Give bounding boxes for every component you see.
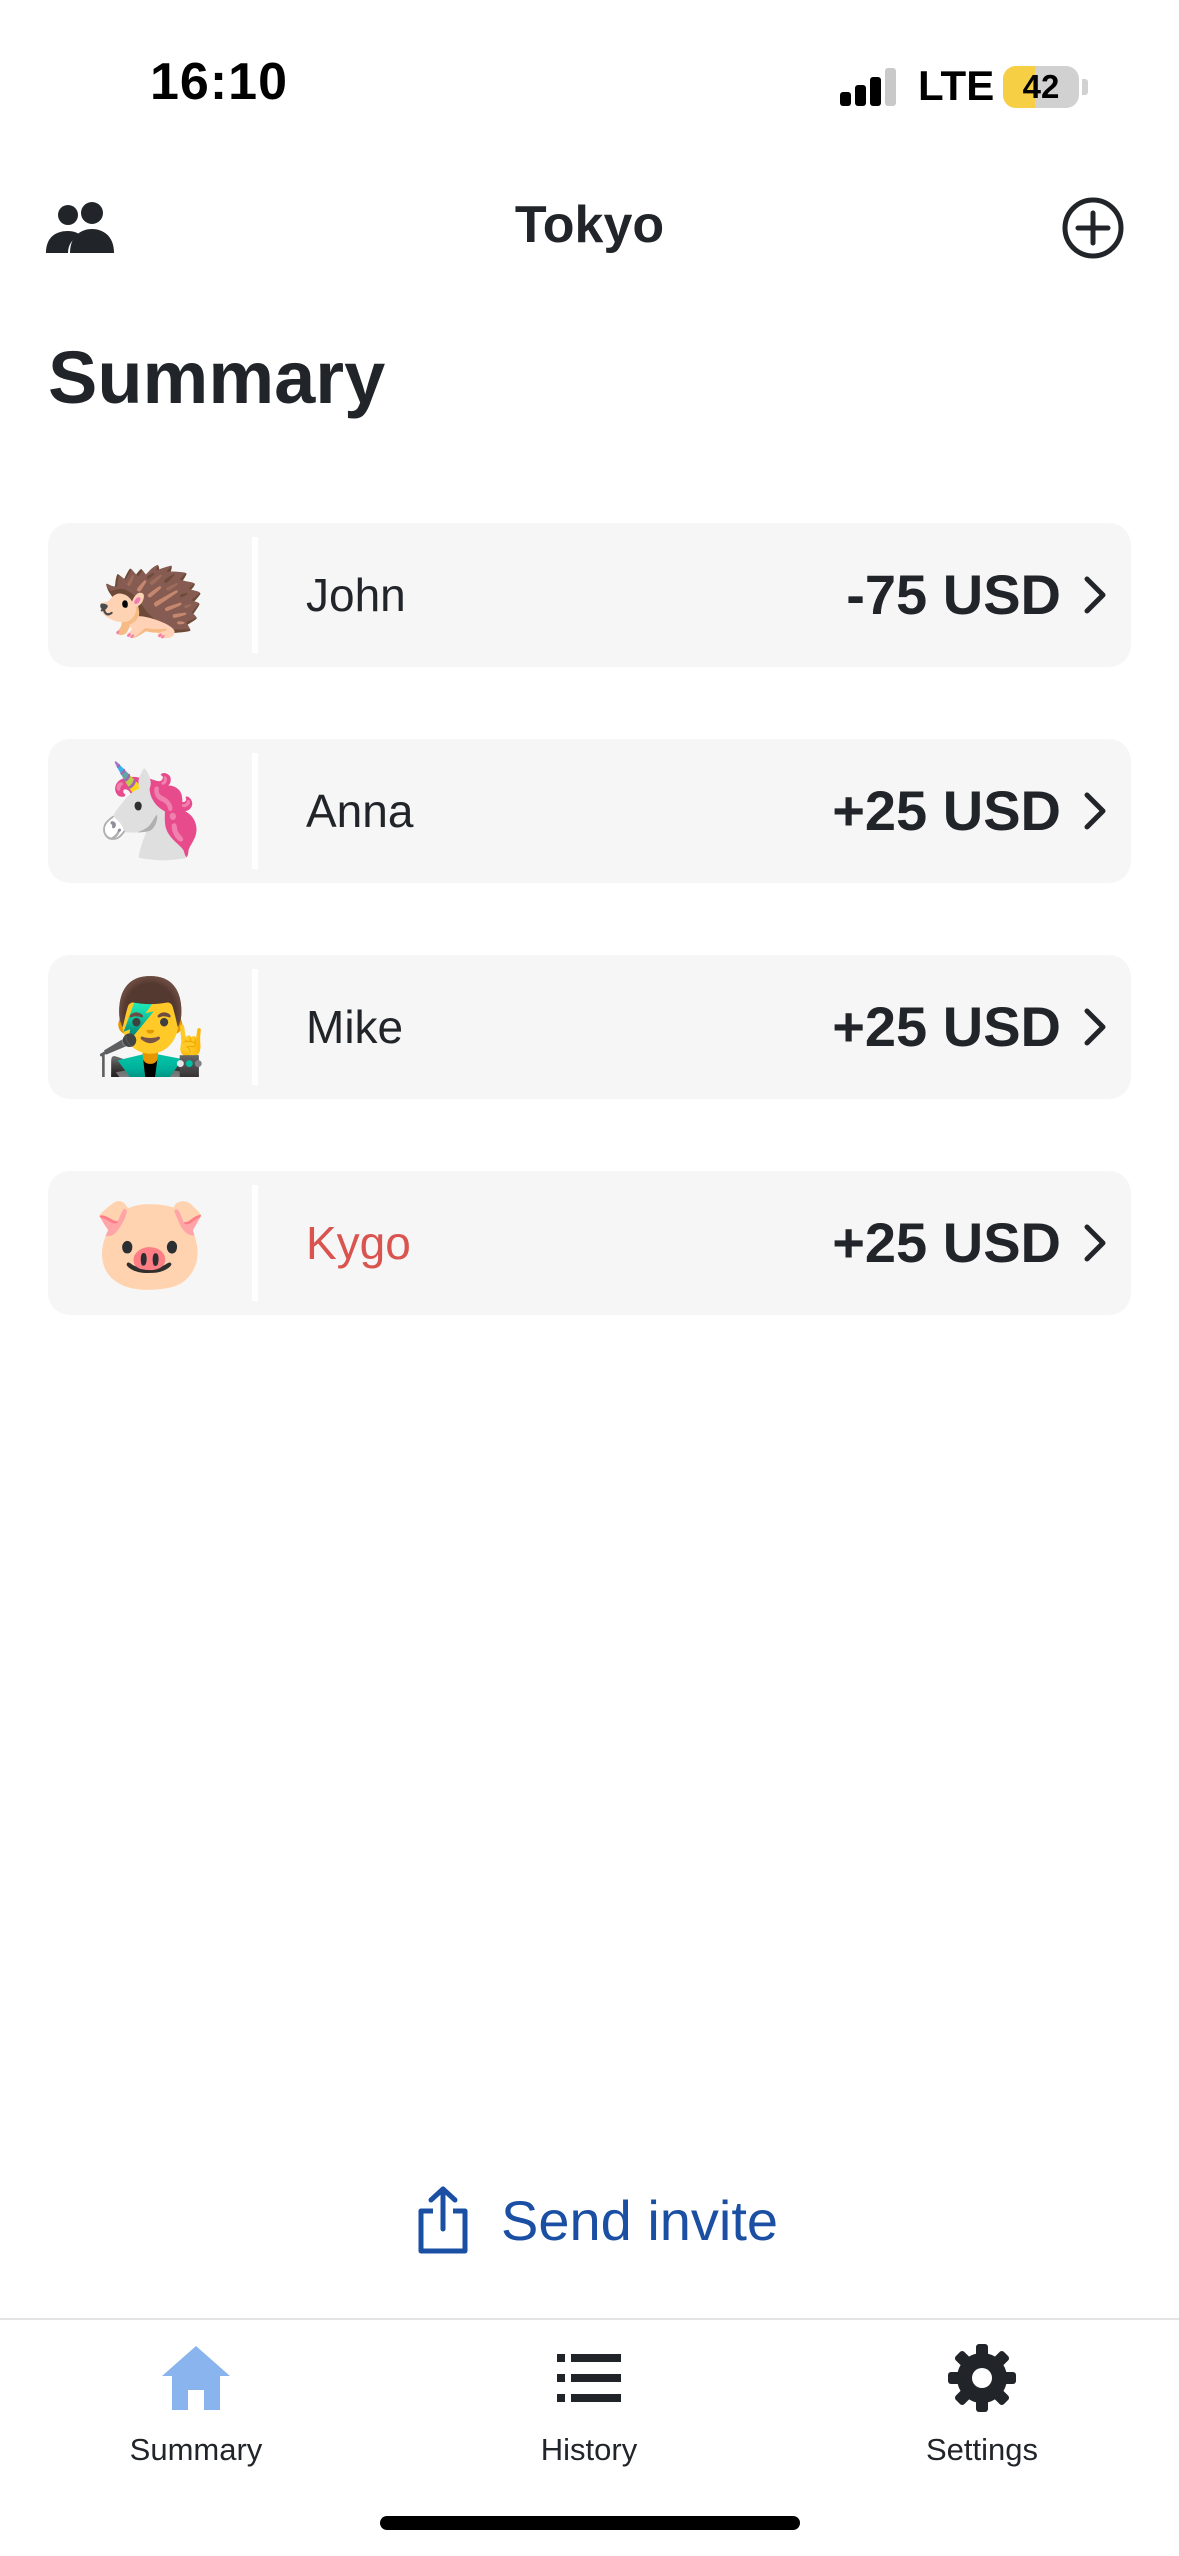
cellular-signal-icon bbox=[840, 68, 898, 106]
nav-title: Tokyo bbox=[514, 196, 665, 254]
chevron-right-icon bbox=[1084, 1224, 1106, 1262]
status-bar: 16:10 LTE 42 bbox=[0, 0, 1179, 175]
member-name: John bbox=[306, 569, 406, 621]
tab-summary-label: Summary bbox=[129, 2432, 263, 2467]
share-icon bbox=[418, 2186, 468, 2254]
member-balance: +25 USD bbox=[832, 995, 1061, 1058]
battery-tip bbox=[1082, 79, 1088, 95]
battery-icon: 42 bbox=[1003, 66, 1079, 108]
tab-settings-label: Settings bbox=[925, 2432, 1038, 2467]
chevron-right-icon bbox=[1084, 1008, 1106, 1046]
add-circle-icon[interactable] bbox=[1060, 195, 1126, 261]
status-time: 16:10 bbox=[150, 53, 288, 111]
member-avatar: 🦔 bbox=[93, 543, 208, 646]
member-list: 🦔 John -75 USD 🦄 Anna +25 USD 👨‍🎤 Mike +… bbox=[48, 523, 1131, 1387]
home-icon bbox=[162, 2346, 230, 2410]
page-title: Summary bbox=[48, 336, 386, 419]
send-invite-label: Send invite bbox=[501, 2188, 779, 2252]
member-name: Mike bbox=[306, 1001, 404, 1053]
member-balance: -75 USD bbox=[846, 563, 1061, 626]
home-indicator bbox=[380, 2516, 800, 2530]
member-name: Anna bbox=[306, 785, 414, 837]
member-name: Kygo bbox=[306, 1217, 411, 1269]
tab-history-label: History bbox=[540, 2432, 638, 2467]
list-icon bbox=[557, 2354, 621, 2402]
tab-summary[interactable]: Summary bbox=[66, 2340, 326, 2490]
member-avatar: 🦄 bbox=[93, 759, 208, 862]
member-row[interactable]: 🦄 Anna +25 USD bbox=[48, 739, 1131, 883]
member-balance: +25 USD bbox=[832, 1211, 1061, 1274]
row-divider bbox=[252, 1185, 258, 1301]
send-invite-button[interactable]: Send invite bbox=[415, 2180, 778, 2260]
member-avatar: 👨‍🎤 bbox=[93, 975, 208, 1078]
row-divider bbox=[252, 537, 258, 653]
member-row[interactable]: 🐷 Kygo +25 USD bbox=[48, 1171, 1131, 1315]
chevron-right-icon bbox=[1084, 576, 1106, 614]
chevron-right-icon bbox=[1084, 792, 1106, 830]
tab-settings[interactable]: Settings bbox=[852, 2340, 1112, 2490]
row-divider bbox=[252, 753, 258, 869]
tab-history[interactable]: History bbox=[459, 2340, 719, 2490]
row-divider bbox=[252, 969, 258, 1085]
battery-percent: 42 bbox=[1022, 68, 1060, 105]
gear-icon bbox=[948, 2344, 1016, 2412]
member-balance: +25 USD bbox=[832, 779, 1061, 842]
network-type: LTE bbox=[918, 62, 995, 109]
navigation-bar: Tokyo bbox=[0, 175, 1179, 285]
member-row[interactable]: 🦔 John -75 USD bbox=[48, 523, 1131, 667]
member-row[interactable]: 👨‍🎤 Mike +25 USD bbox=[48, 955, 1131, 1099]
member-avatar: 🐷 bbox=[93, 1191, 208, 1294]
